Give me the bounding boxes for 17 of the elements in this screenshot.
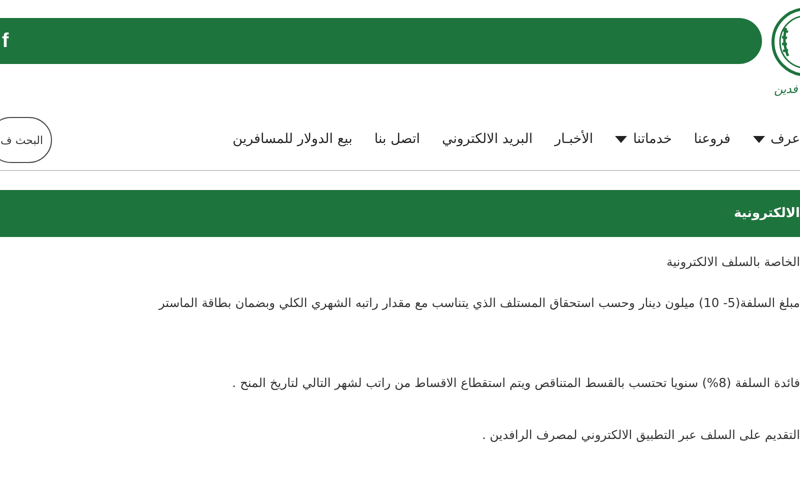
nav-link[interactable]: بيع الدولار للمسافرين (232, 131, 352, 147)
logo-text: فدين (774, 82, 798, 96)
nav-link[interactable]: البريد الالكتروني (442, 131, 533, 147)
body-paragraph: الخاصة بالسلف الالكترونية (666, 255, 800, 269)
body-paragraph: فائدة السلفة (8%) سنويا تحتسب بالقسط المتناقص ويتم استقطاع الاقساط من راتب لشهر التالي لتاريخ المنح . (232, 376, 800, 390)
body-paragraph: مبلغ السلفة(5- 10) ميلون دينار وحسب استحقاق المستلف الذي يتناسب مع مقدار راتبه الشهري الكلي وبضمان بطاقة الماستر (158, 296, 800, 310)
facebook-icon[interactable]: f (2, 30, 9, 52)
page-title: الالكترونية (734, 205, 800, 223)
nav-link[interactable]: الأخبـار (554, 131, 594, 147)
nav-link[interactable]: عرف (770, 131, 800, 147)
search-button[interactable]: البحث ف (0, 117, 52, 163)
caret-icon (752, 136, 764, 142)
nav-link[interactable]: اتصل بنا (374, 131, 420, 147)
nav-link[interactable]: فروعنا (694, 131, 730, 147)
caret-icon (615, 136, 628, 142)
body-paragraph: التقديم على السلف عبر التطبيق الالكتروني لمصرف الرافدين . (482, 428, 800, 442)
nav-link[interactable]: خدماتنا (633, 131, 672, 147)
